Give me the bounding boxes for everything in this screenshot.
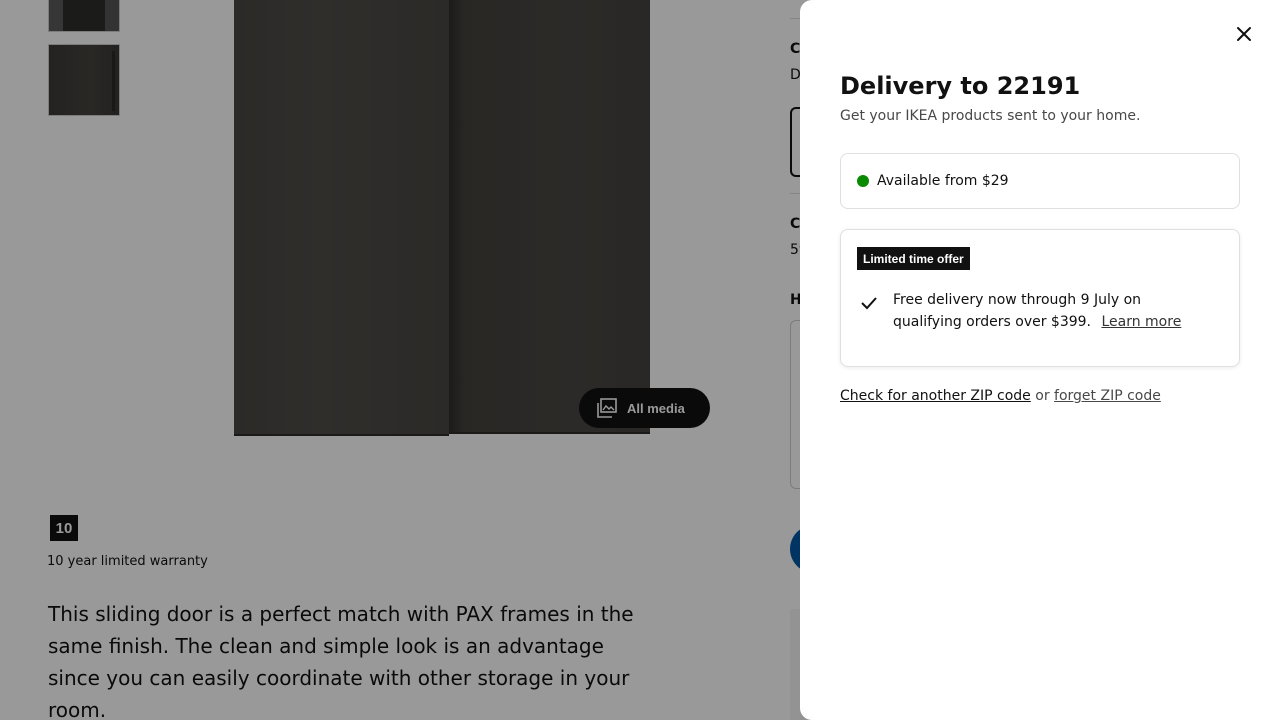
close-icon [1236, 26, 1252, 46]
availability-card: Available from $29 [840, 153, 1240, 209]
delivery-modal: Delivery to 22191 Get your IKEA products… [800, 0, 1280, 720]
modal-title: Delivery to 22191 [840, 72, 1081, 100]
learn-more-link[interactable]: Learn more [1101, 314, 1181, 330]
offer-card: Limited time offer Free delivery now thr… [840, 229, 1240, 367]
checkmark-icon [859, 293, 879, 313]
offer-text-block: Free delivery now through 9 July on qual… [893, 289, 1213, 333]
zip-actions: Check for another ZIP code or forget ZIP… [840, 388, 1161, 404]
status-dot-icon [857, 175, 869, 187]
zip-or-text: or [1035, 388, 1050, 404]
offer-badge: Limited time offer [857, 247, 970, 270]
check-another-zip-link[interactable]: Check for another ZIP code [840, 388, 1031, 404]
forget-zip-link[interactable]: forget ZIP code [1054, 388, 1161, 404]
close-button[interactable] [1232, 24, 1256, 48]
modal-subtitle: Get your IKEA products sent to your home… [840, 108, 1141, 124]
availability-text: Available from $29 [877, 173, 1009, 189]
